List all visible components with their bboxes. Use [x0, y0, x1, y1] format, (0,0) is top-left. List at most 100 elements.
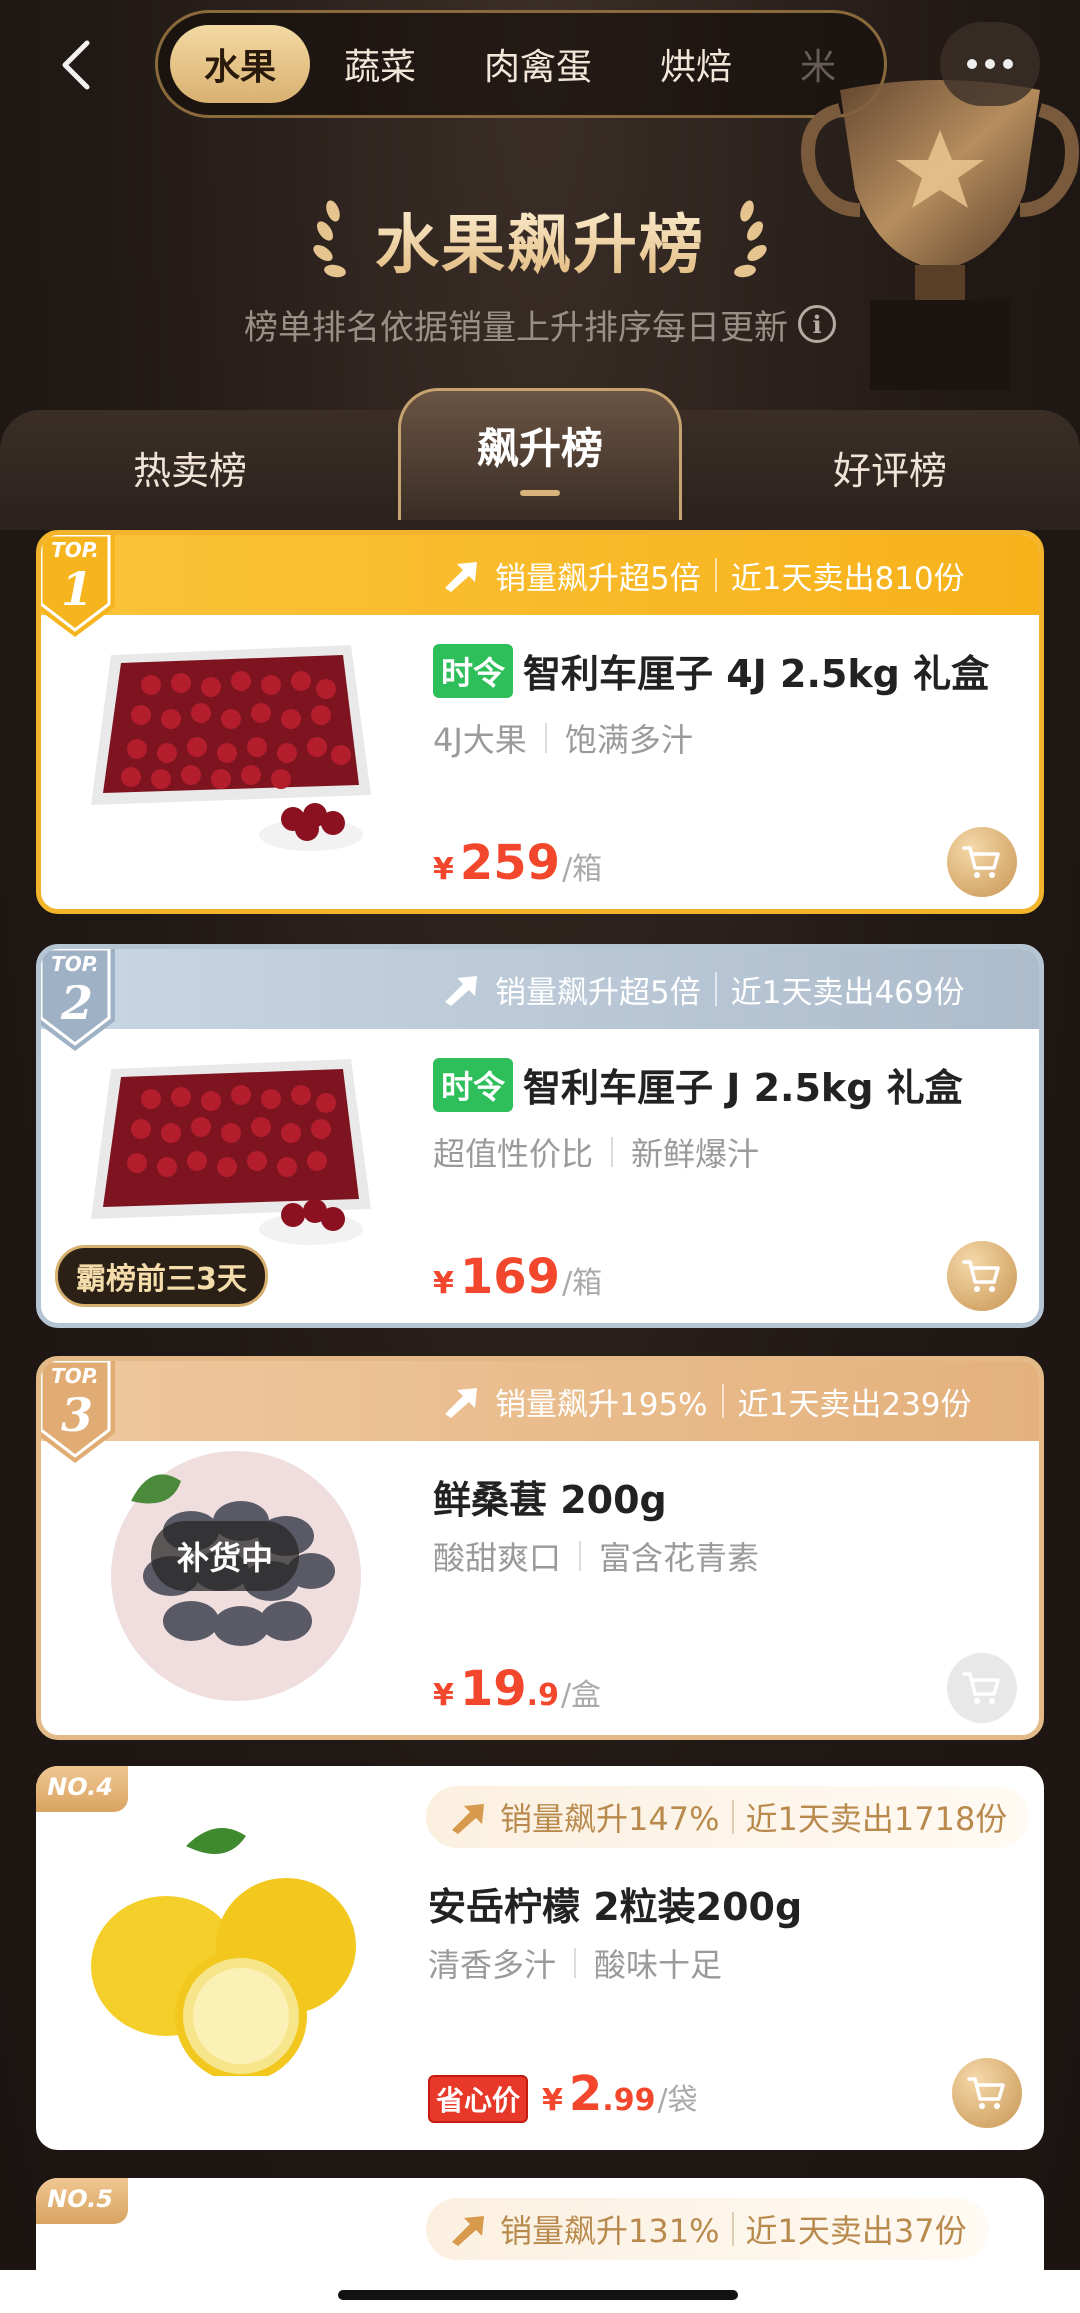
divider [574, 1948, 577, 1978]
lemon-image [91, 1828, 356, 2076]
sales-strip: 销量飙升超5倍 近1天卖出469份 [41, 949, 1039, 1029]
chevron-left-icon [62, 40, 90, 90]
product-name: 智利车厘子 J 2.5kg 礼盒 [523, 1066, 963, 1110]
restock-badge: 补货中 [151, 1521, 300, 1591]
sales-day: 近1天卖出810份 [730, 560, 965, 597]
add-to-cart-button[interactable] [947, 827, 1017, 897]
cart-icon [962, 1260, 1000, 1292]
category-vegetables[interactable]: 蔬菜 [310, 25, 450, 103]
divider [544, 723, 547, 753]
divider [714, 558, 717, 592]
tab-good-reviews[interactable]: 好评榜 [800, 432, 980, 502]
product-price: ¥ 19 .9 /盒 [433, 1661, 601, 1717]
attr: 4J大果 [433, 721, 527, 759]
product-price: ¥ 169 /箱 [433, 1249, 602, 1305]
rank-number: 3 [61, 1388, 93, 1442]
product-card[interactable]: 销量飙升超5倍 近1天卖出469份 TOP. 2 霸榜前三3天 时令 智利车厘子… [36, 944, 1044, 1328]
back-button[interactable] [46, 30, 106, 100]
divider [731, 1800, 734, 1834]
product-title: 安岳柠檬 2粒装200g [428, 1876, 802, 1931]
title-row: 水果飙升榜 [0, 185, 1080, 295]
more-dot [967, 59, 977, 69]
more-dot [985, 59, 995, 69]
sales-rise: 销量飙升131% [500, 2212, 720, 2250]
cart-icon [962, 1672, 1000, 1704]
tab-rising[interactable]: 飙升榜 [398, 388, 682, 520]
more-button[interactable] [940, 22, 1040, 106]
home-indicator [338, 2290, 738, 2300]
sales-strip: 销量飙升131% 近1天卖出37份 [426, 2198, 989, 2260]
product-price: 省心价 ¥ 2 .99 /袋 [428, 2066, 698, 2123]
price-value: 169 [459, 1249, 561, 1305]
rank-top-label: TOP. [51, 538, 99, 562]
trend-up-icon [452, 1804, 484, 1834]
sales-rise: 销量飙升147% [500, 1800, 720, 1838]
product-attrs: 4J大果 饱满多汁 [433, 715, 693, 761]
product-attrs: 超值性价比 新鲜爆汁 [433, 1129, 759, 1175]
tab-underline [520, 490, 560, 496]
product-price: ¥ 259 /箱 [433, 835, 602, 891]
tab-hot-sales[interactable]: 热卖榜 [100, 432, 280, 502]
trend-up-icon [445, 976, 477, 1006]
value-price-tag: 省心价 [428, 2075, 529, 2123]
price-unit: /盒 [560, 1678, 602, 1713]
page-title: 水果飙升榜 [375, 194, 705, 286]
product-card[interactable]: NO.4 销量飙升147% 近1天卖出1718份 安岳柠檬 2粒装200g 清香… [36, 1766, 1044, 2150]
price-unit: /袋 [657, 2083, 698, 2118]
seasonal-tag: 时令 [433, 643, 514, 698]
rank-top-label: TOP. [51, 952, 99, 976]
sales-day: 近1天卖出1718份 [745, 1800, 1008, 1838]
rank-badge: NO.4 [36, 1766, 128, 1812]
rank-number: 1 [61, 562, 93, 616]
sales-day: 近1天卖出469份 [730, 974, 965, 1011]
info-icon[interactable]: i [798, 305, 836, 343]
sales-day: 近1天卖出239份 [737, 1386, 972, 1423]
price-decimal: .99 [602, 2083, 656, 2118]
price-value: 2 [568, 2066, 603, 2122]
product-title: 时令 智利车厘子 J 2.5kg 礼盒 [433, 1057, 963, 1112]
attr: 酸甜爽口 [433, 1539, 562, 1577]
add-to-cart-button[interactable] [952, 2058, 1022, 2128]
divider [611, 1137, 614, 1167]
seasonal-tag: 时令 [433, 1057, 514, 1112]
attr: 新鲜爆汁 [631, 1135, 760, 1173]
cart-icon [967, 2077, 1005, 2109]
sales-strip: 销量飙升147% 近1天卖出1718份 [426, 1786, 1030, 1848]
product-attrs: 酸甜爽口 富含花青素 [433, 1533, 759, 1579]
category-bakery[interactable]: 烘焙 [626, 25, 766, 103]
sales-strip: 销量飙升195% 近1天卖出239份 [41, 1361, 1039, 1441]
product-attrs: 清香多汁 酸味十足 [428, 1940, 722, 1986]
currency: ¥ [433, 852, 454, 887]
rank-number: 2 [60, 976, 93, 1030]
category-fruit[interactable]: 水果 [170, 25, 311, 103]
price-value: 19 [459, 1661, 527, 1717]
trend-up-icon [452, 2216, 484, 2246]
laurel-left-icon [313, 200, 346, 278]
more-dot [1003, 59, 1013, 69]
sales-rise: 销量飙升超5倍 [495, 560, 701, 597]
laurel-right-icon [734, 200, 767, 278]
attr: 清香多汁 [428, 1946, 557, 1984]
product-title: 鲜桑葚 200g [433, 1469, 667, 1524]
product-card[interactable]: 销量飙升195% 近1天卖出239份 TOP. 3 补货中 鲜桑葚 200g 酸… [36, 1356, 1044, 1740]
divider [731, 2212, 734, 2246]
price-value: 259 [459, 835, 561, 891]
subtitle: 榜单排名依据销量上升排序每日更新 [244, 307, 788, 348]
product-name: 安岳柠檬 2粒装200g [428, 1885, 803, 1929]
rank-badge: NO.5 [36, 2178, 128, 2224]
attr: 超值性价比 [433, 1135, 594, 1173]
category-meat-eggs[interactable]: 肉禽蛋 [450, 25, 626, 103]
rank-top-label: TOP. [51, 1364, 99, 1388]
attr: 饱满多汁 [564, 721, 693, 759]
cart-icon [962, 846, 1000, 878]
price-unit: /箱 [562, 852, 603, 887]
product-card[interactable]: 销量飙升超5倍 近1天卖出810份 TOP. 1 时令 智利车厘子 4J 2.5… [36, 530, 1044, 914]
attr: 酸味十足 [594, 1946, 723, 1984]
add-to-cart-button[interactable] [947, 1241, 1017, 1311]
divider [721, 1384, 724, 1418]
product-name: 智利车厘子 4J 2.5kg 礼盒 [523, 652, 990, 696]
divider [714, 972, 717, 1006]
sales-day: 近1天卖出37份 [745, 2212, 967, 2250]
page: 水果 蔬菜 肉禽蛋 烘焙 米 水果飙升榜 榜单排名依据销量上升排序每日更新 i … [0, 0, 1080, 2313]
add-to-cart-button[interactable] [947, 1653, 1017, 1723]
